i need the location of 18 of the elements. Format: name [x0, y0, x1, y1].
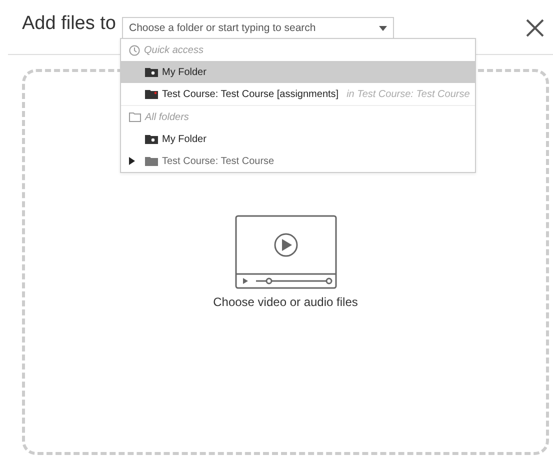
folder-option[interactable]: Test Course: Test Course [assignments] in Test Course: Test Course	[121, 83, 475, 105]
folder-option[interactable]: My Folder	[121, 61, 475, 83]
clock-icon	[129, 44, 140, 56]
folder-icon	[145, 134, 158, 144]
folder-option[interactable]: Test Course: Test Course	[121, 150, 475, 172]
folder-select[interactable]: Choose a folder or start typing to search	[122, 17, 394, 39]
folder-icon	[145, 67, 158, 77]
folder-icon	[145, 156, 158, 166]
dialog-title: Add files to	[22, 12, 116, 36]
expand-arrow-icon[interactable]	[129, 157, 136, 165]
section-heading: Quick access	[144, 44, 204, 56]
video-player-icon	[234, 215, 336, 289]
folder-option[interactable]: My Folder	[121, 128, 475, 150]
section-heading: All folders	[145, 112, 189, 122]
dropzone-label: Choose video or audio files	[213, 295, 358, 309]
folder-icon	[145, 89, 158, 99]
folder-outline-icon	[129, 112, 141, 122]
caret-icon	[379, 26, 387, 30]
